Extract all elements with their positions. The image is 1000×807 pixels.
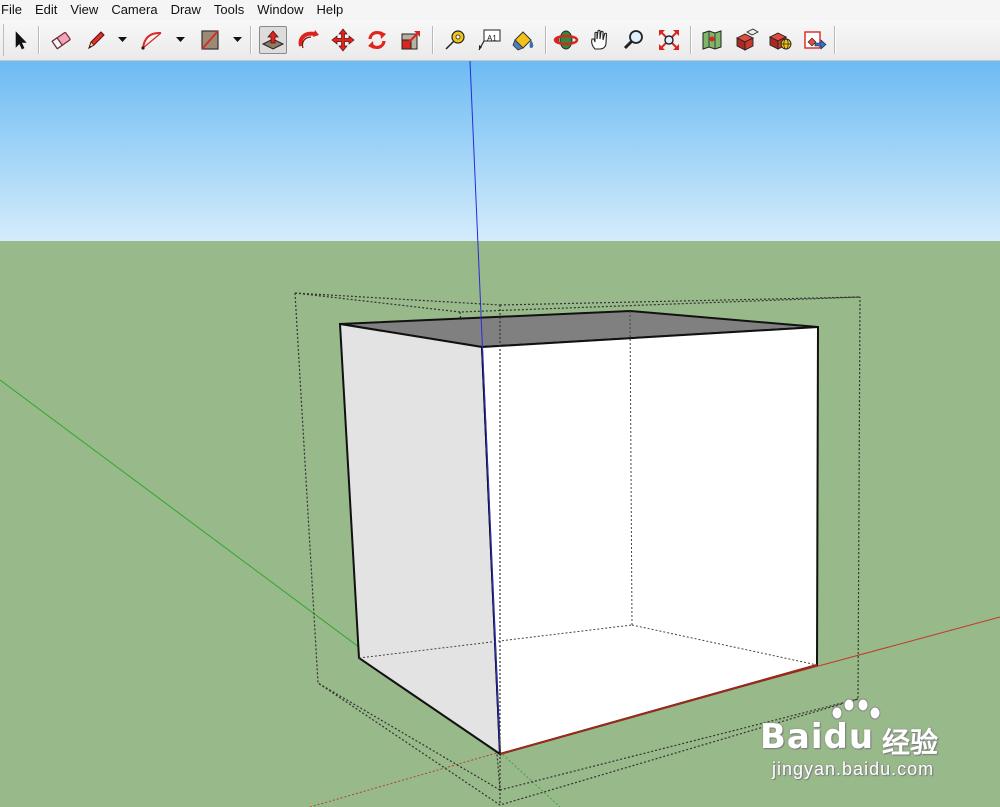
pan-hand-icon (591, 29, 608, 50)
rotate-icon (368, 30, 386, 50)
paint-bucket-icon (512, 31, 534, 51)
menu-edit[interactable]: Edit (30, 0, 65, 20)
menu-tools[interactable]: Tools (209, 0, 252, 20)
menu-window[interactable]: Window (252, 0, 311, 20)
pencil-icon (88, 31, 105, 50)
pencil-tool-button[interactable] (82, 26, 110, 54)
move-tool-button[interactable] (329, 26, 357, 54)
main-toolbar: A1 (0, 20, 1000, 61)
menu-draw[interactable]: Draw (166, 0, 209, 20)
baidu-jingyan-watermark: Baidu 经验 jingyan.baidu.com (750, 697, 960, 797)
toolbar-grip[interactable] (3, 24, 4, 56)
orbit-tool-button[interactable] (552, 26, 580, 54)
arc-dropdown-arrow[interactable] (175, 34, 185, 46)
paint-bucket-tool-button[interactable] (509, 26, 537, 54)
arc-tool-button[interactable] (138, 26, 166, 54)
toolbar-separator (432, 26, 433, 54)
rotate-tool-button[interactable] (363, 26, 391, 54)
push-pull-icon (261, 30, 285, 50)
map-location-icon (702, 30, 722, 50)
move-icon (331, 28, 355, 52)
toolbar-separator (690, 26, 691, 54)
zoom-extents-tool-button[interactable] (655, 26, 683, 54)
warehouse-button[interactable] (766, 26, 794, 54)
watermark-jingyan: 经验 (882, 727, 939, 758)
pencil-dropdown-arrow[interactable] (117, 34, 127, 46)
scale-icon (401, 31, 420, 50)
watermark-brand-bai: Bai (760, 717, 824, 757)
sketchup-window: File Edit View Camera Draw Tools Window … (0, 0, 1000, 807)
zoom-extents-icon (659, 30, 679, 50)
watermark-url: jingyan.baidu.com (772, 759, 935, 779)
toolbar-separator (38, 26, 39, 54)
select-tool-button[interactable] (6, 26, 34, 54)
sky (0, 61, 1000, 241)
drawing-viewport[interactable]: Baidu 经验 jingyan.baidu.com (0, 61, 1000, 807)
chevron-down-icon (117, 37, 127, 42)
watermark-brand-du: du (823, 717, 875, 757)
warehouse-icon (768, 32, 792, 50)
menu-camera[interactable]: Camera (106, 0, 165, 20)
magnifier-icon (623, 30, 643, 50)
rectangle-tool-button[interactable] (196, 26, 224, 54)
toolbar-separator (834, 26, 835, 54)
eraser-tool-button[interactable] (47, 26, 75, 54)
chevron-down-icon (232, 37, 242, 42)
scale-tool-button[interactable] (397, 26, 425, 54)
orbit-icon (553, 30, 579, 50)
tape-measure-tool-button[interactable] (441, 26, 469, 54)
push-pull-tool-button[interactable] (259, 26, 287, 54)
menu-help[interactable]: Help (312, 0, 352, 20)
components-button[interactable] (732, 26, 760, 54)
menu-bar: File Edit View Camera Draw Tools Window … (0, 0, 1000, 20)
components-icon (735, 28, 759, 51)
arrow-cursor-icon (15, 31, 27, 50)
follow-me-tool-button[interactable] (294, 26, 322, 54)
tape-measure-icon (445, 30, 465, 50)
pan-tool-button[interactable] (586, 26, 614, 54)
arc-icon (141, 31, 162, 50)
watermark-brand: Baidu (760, 717, 874, 757)
scene-canvas[interactable] (0, 61, 1000, 807)
toolbar-separator (545, 26, 546, 54)
add-location-button[interactable] (698, 26, 726, 54)
text-tool-button[interactable]: A1 (475, 26, 503, 54)
rectangle-dropdown-arrow[interactable] (232, 34, 242, 46)
menu-view[interactable]: View (65, 0, 106, 20)
eraser-icon (51, 31, 71, 50)
follow-me-icon (298, 30, 319, 49)
menu-file[interactable]: File (0, 0, 30, 20)
text-tool-label: A1 (487, 34, 497, 43)
toolbar-separator (250, 26, 251, 54)
rectangle-icon (201, 30, 219, 50)
share-model-icon (804, 31, 827, 50)
chevron-down-icon (175, 37, 185, 42)
zoom-tool-button[interactable] (620, 26, 648, 54)
share-model-button[interactable] (801, 26, 829, 54)
